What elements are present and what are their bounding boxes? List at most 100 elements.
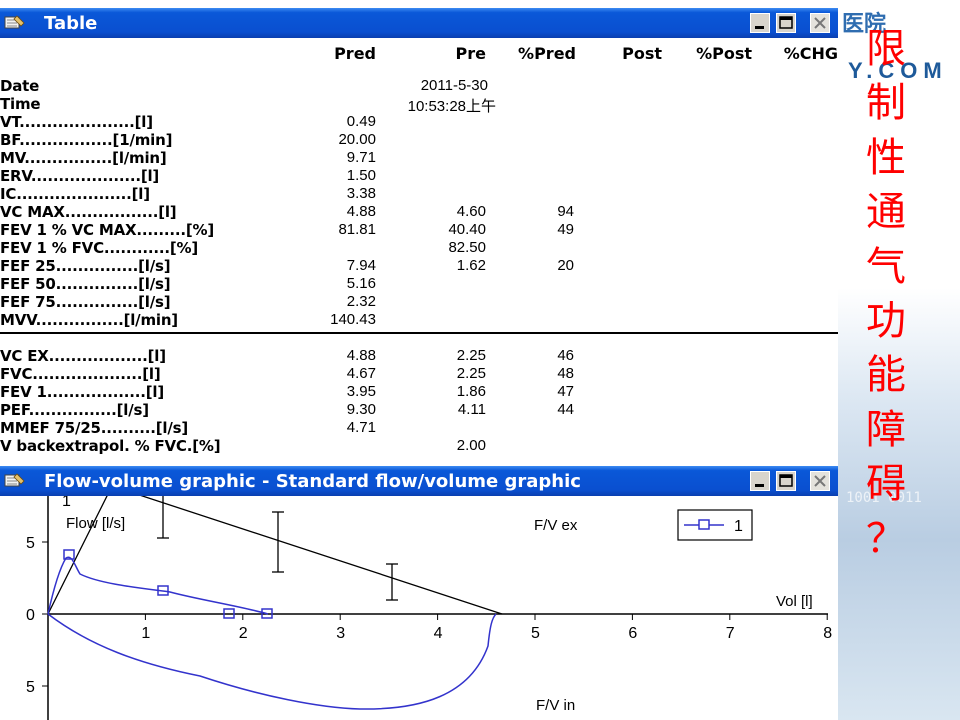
caption-char: 能 <box>866 352 906 399</box>
graph-titlebar[interactable]: Flow-volume graphic - Standard flow/volu… <box>0 466 838 496</box>
table-row: FEF 25...............[l/s] 7.94 1.62 20 <box>0 257 838 275</box>
minimize-button[interactable] <box>750 13 770 33</box>
y-tick-label: 0 <box>26 607 35 624</box>
parameter-label: VT.....................[l] <box>0 113 153 131</box>
pre-value: 1.62 <box>456 257 486 274</box>
caption-char: ？ <box>866 515 906 562</box>
pre-value: 1.86 <box>456 383 486 400</box>
time-row: Time 10:53:28上午 <box>0 95 838 115</box>
predicted-error-bar <box>386 563 398 601</box>
parameter-label: MV................[l/min] <box>0 149 167 167</box>
pred-value: 0.49 <box>346 113 376 130</box>
pct-pred-value: 20 <box>557 257 574 274</box>
table-row: FEV 1..................[l] 3.95 1.86 47 <box>0 383 838 401</box>
legend-marker-icon <box>698 519 710 530</box>
parameter-label: V backextrapol. % FVC.[%] <box>0 437 221 455</box>
flow-volume-plot: 12345678 5 0 5 Flow [l/s] Vol [l] F/V ex… <box>26 496 832 720</box>
x-tick-label: 7 <box>726 625 735 642</box>
x-tick-label: 4 <box>434 625 443 642</box>
pred-value: 4.67 <box>346 365 376 382</box>
maximize-button[interactable] <box>776 471 796 491</box>
close-button[interactable] <box>810 13 830 33</box>
pct-pred-value: 94 <box>557 203 574 220</box>
graph-content: 12345678 5 0 5 Flow [l/s] Vol [l] F/V ex… <box>0 496 838 720</box>
parameter-label: MMEF 75/25..........[l/s] <box>0 419 189 437</box>
parameter-label: ERV....................[l] <box>0 167 160 185</box>
table-row: FEV 1 % VC MAX.........[%] 81.81 40.40 49 <box>0 221 838 239</box>
column-header-pre: Pre <box>455 44 486 63</box>
table-row: IC.....................[l] 3.38 <box>0 185 838 203</box>
parameter-label: FEF 50...............[l/s] <box>0 275 171 293</box>
parameter-label: FVC....................[l] <box>0 365 161 383</box>
predicted-rise-line <box>47 496 108 615</box>
table-titlebar[interactable]: Table <box>0 8 838 38</box>
maximize-icon <box>779 474 793 487</box>
inspiration-label: F/V in <box>536 697 575 714</box>
caption-char: 功 <box>866 298 906 345</box>
table-row: MMEF 75/25..........[l/s] 4.71 <box>0 419 838 437</box>
parameter-label: IC.....................[l] <box>0 185 150 203</box>
column-header-pct-post: %Post <box>696 44 752 63</box>
predicted-error-bar <box>157 496 169 539</box>
time-label: Time <box>0 95 41 113</box>
x-ticks: 1 2 3 4 5 6 7 8 <box>141 614 832 642</box>
pred-value: 2.32 <box>346 293 376 310</box>
minimize-icon <box>755 484 764 487</box>
caption-char: 限 <box>866 26 906 72</box>
pred-value: 4.88 <box>346 347 376 364</box>
app-icon <box>4 15 25 29</box>
parameter-label: VC EX..................[l] <box>0 347 166 365</box>
maximize-button[interactable] <box>776 13 796 33</box>
caption-char: 性 <box>866 134 906 181</box>
close-icon <box>814 475 826 487</box>
column-header-pct-chg: %CHG <box>783 44 838 63</box>
date-row: Date 2011-5-30 <box>0 77 838 95</box>
inspiration-curve <box>47 613 497 710</box>
pred-value: 5.16 <box>346 275 376 292</box>
pred-value: 9.71 <box>346 149 376 166</box>
table-divider <box>0 332 838 334</box>
graph-window-title: Flow-volume graphic - Standard flow/volu… <box>44 471 581 492</box>
clipped-tick-mark: 1 <box>62 496 71 510</box>
legend: 1 <box>677 509 753 541</box>
table-row: VC MAX.................[l] 4.88 4.60 94 <box>0 203 838 221</box>
x-tick-label: 5 <box>531 625 540 642</box>
pct-pred-value: 49 <box>557 221 574 238</box>
slide-caption: 限 制 性 通 气 功 能 障 碍 ？ <box>866 22 906 566</box>
maximize-icon <box>779 16 793 29</box>
y-tick-label: 5 <box>26 679 35 696</box>
caption-char: 气 <box>866 243 906 290</box>
pred-value: 3.38 <box>346 185 376 202</box>
caption-char: 碍 <box>866 461 906 508</box>
pred-value: 3.95 <box>346 383 376 400</box>
table-row: FEV 1 % FVC............[%] 82.50 <box>0 239 838 257</box>
close-button[interactable] <box>810 471 830 491</box>
caption-char: 制 <box>866 80 906 127</box>
pred-value: 81.81 <box>338 221 376 238</box>
pred-value: 1.50 <box>346 167 376 184</box>
pre-value: 2.00 <box>456 437 486 454</box>
y-tick-label: 5 <box>26 535 35 552</box>
x-tick-label: 6 <box>628 625 637 642</box>
parameter-label: FEV 1..................[l] <box>0 383 164 401</box>
pre-value: 4.60 <box>456 203 486 220</box>
parameter-label: FEF 75...............[l/s] <box>0 293 171 311</box>
minimize-button[interactable] <box>750 471 770 491</box>
column-header-post: Post <box>622 44 662 63</box>
pct-pred-value: 46 <box>557 347 574 364</box>
table-window-title: Table <box>44 13 98 34</box>
x-tick-label: 8 <box>823 625 832 642</box>
x-tick-label: 1 <box>141 625 150 642</box>
table-row: VC EX..................[l] 4.88 2.25 46 <box>0 347 838 365</box>
table-row: MV................[l/min] 9.71 <box>0 149 838 167</box>
parameter-label: FEV 1 % FVC............[%] <box>0 239 199 257</box>
table-row: MVV................[l/min] 140.43 <box>0 311 838 329</box>
parameter-label: FEF 25...............[l/s] <box>0 257 171 275</box>
parameter-label: PEF................[l/s] <box>0 401 149 419</box>
caption-char: 通 <box>866 189 906 236</box>
minimize-icon <box>755 26 764 29</box>
column-header-pred: Pred <box>334 44 376 63</box>
table-row: BF.................[1/min] 20.00 <box>0 131 838 149</box>
pred-value: 20.00 <box>338 131 376 148</box>
table-row: V backextrapol. % FVC.[%] 2.00 <box>0 437 838 455</box>
